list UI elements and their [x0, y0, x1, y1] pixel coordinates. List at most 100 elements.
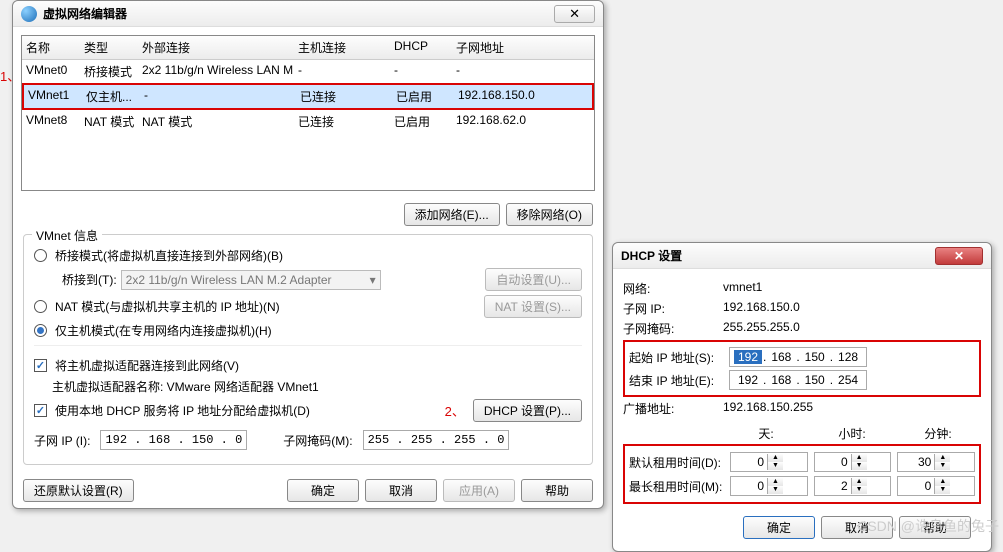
ip-octet[interactable]: 254	[834, 373, 862, 387]
ip-octet[interactable]: 192	[734, 373, 762, 387]
spin-down-icon[interactable]: ▼	[935, 486, 950, 494]
spin-up-icon[interactable]: ▲	[852, 454, 867, 462]
spinner-input[interactable]	[731, 479, 767, 493]
net-label: 网络:	[623, 280, 723, 297]
radio-bridged[interactable]	[34, 249, 47, 262]
start-ip-field[interactable]: 192. 168. 150. 128	[729, 347, 867, 367]
spin-down-icon[interactable]: ▼	[768, 462, 783, 470]
subnet-mask-label: 子网掩码(M):	[283, 432, 352, 449]
spin-down-icon[interactable]: ▼	[935, 462, 950, 470]
radio-label: 仅主机模式(在专用网络内连接虚拟机)(H)	[55, 322, 272, 339]
spinner-input[interactable]	[815, 479, 851, 493]
nat-settings-button: NAT 设置(S)...	[484, 295, 582, 318]
titlebar[interactable]: DHCP 设置 ✕	[613, 243, 991, 269]
cell: 仅主机...	[82, 85, 140, 108]
spin-up-icon[interactable]: ▲	[768, 478, 783, 486]
nat-radio-row[interactable]: NAT 模式(与虚拟机共享主机的 IP 地址)(N) NAT 设置(S)...	[34, 295, 582, 318]
use-dhcp-checkbox[interactable]	[34, 404, 47, 417]
ok-button[interactable]: 确定	[287, 479, 359, 502]
max-minutes-spinner[interactable]: ▲▼	[897, 476, 975, 496]
ip-octet[interactable]: 192	[734, 350, 762, 364]
subnet-ip-field[interactable]: 192 . 168 . 150 . 0	[100, 430, 247, 450]
col-dhcp[interactable]: DHCP	[390, 36, 452, 59]
subnet-mask-field[interactable]: 255 . 255 . 255 . 0	[363, 430, 510, 450]
table-row-selected[interactable]: VMnet1 仅主机... - 已连接 已启用 192.168.150.0	[22, 83, 594, 110]
default-minutes-spinner[interactable]: ▲▼	[897, 452, 975, 472]
help-button[interactable]: 帮助	[521, 479, 593, 502]
default-lease-label: 默认租用时间(D):	[629, 454, 724, 471]
subnet-label: 子网 IP:	[623, 300, 723, 317]
radio-hostonly[interactable]	[34, 324, 47, 337]
spinner-input[interactable]	[898, 455, 934, 469]
spinner-input[interactable]	[898, 479, 934, 493]
end-ip-label: 结束 IP 地址(E):	[629, 372, 729, 389]
col-name[interactable]: 名称	[22, 36, 80, 59]
max-days-spinner[interactable]: ▲▼	[730, 476, 808, 496]
cell: 已连接	[294, 110, 390, 133]
col-host[interactable]: 主机连接	[294, 36, 390, 59]
ip-octet[interactable]: 128	[834, 350, 862, 364]
connect-adapter-checkbox[interactable]	[34, 359, 47, 372]
restore-defaults-button[interactable]: 还原默认设置(R)	[23, 479, 134, 502]
end-ip-field[interactable]: 192. 168. 150. 254	[729, 370, 867, 390]
window-title: DHCP 设置	[621, 247, 935, 264]
cell: 2x2 11b/g/n Wireless LAN M...	[138, 60, 294, 83]
default-hours-spinner[interactable]: ▲▼	[814, 452, 892, 472]
spin-up-icon[interactable]: ▲	[852, 478, 867, 486]
watermark: CSDN @诰鸟鱼的兔子	[857, 516, 999, 536]
use-dhcp-row[interactable]: 使用本地 DHCP 服务将 IP 地址分配给虚拟机(D) 2、 DHCP 设置(…	[34, 399, 582, 422]
dhcp-settings-button[interactable]: DHCP 设置(P)...	[473, 399, 582, 422]
spinner-input[interactable]	[731, 455, 767, 469]
virtual-network-editor-window: 虚拟网络编辑器 ✕ 名称 类型 外部连接 主机连接 DHCP 子网地址 VMne…	[12, 0, 604, 509]
cell: VMnet8	[22, 110, 80, 133]
minutes-header: 分钟:	[895, 425, 981, 442]
spin-down-icon[interactable]: ▼	[768, 486, 783, 494]
checkbox-label: 将主机虚拟适配器连接到此网络(V)	[55, 357, 239, 374]
ip-octet[interactable]: 150	[801, 350, 829, 364]
default-days-spinner[interactable]: ▲▼	[730, 452, 808, 472]
bridged-to-select: 2x2 11b/g/n Wireless LAN M.2 Adapter	[121, 270, 381, 290]
spin-up-icon[interactable]: ▲	[768, 454, 783, 462]
connect-adapter-row[interactable]: 将主机虚拟适配器连接到此网络(V)	[34, 357, 582, 374]
subnet-value: 192.168.150.0	[723, 300, 800, 317]
spin-down-icon[interactable]: ▼	[852, 462, 867, 470]
broadcast-label: 广播地址:	[623, 400, 723, 417]
spinner-input[interactable]	[815, 455, 851, 469]
max-hours-spinner[interactable]: ▲▼	[814, 476, 892, 496]
col-subnet[interactable]: 子网地址	[452, 36, 594, 59]
cancel-button[interactable]: 取消	[365, 479, 437, 502]
spin-up-icon[interactable]: ▲	[935, 454, 950, 462]
cell: 已启用	[390, 110, 452, 133]
cell: NAT 模式	[80, 110, 138, 133]
lease-highlight: 默认租用时间(D): ▲▼ ▲▼ ▲▼ 最长租用时间(M): ▲▼ ▲▼ ▲▼	[623, 444, 981, 504]
ip-octet[interactable]: 168	[767, 350, 795, 364]
subnet-ip-label: 子网 IP (I):	[34, 432, 90, 449]
bridged-radio-row[interactable]: 桥接模式(将虚拟机直接连接到外部网络)(B)	[34, 247, 582, 264]
net-value: vmnet1	[723, 280, 762, 297]
cell: -	[452, 60, 594, 83]
table-body: VMnet0 桥接模式 2x2 11b/g/n Wireless LAN M..…	[22, 60, 594, 190]
remove-network-button[interactable]: 移除网络(O)	[506, 203, 593, 226]
table-row[interactable]: VMnet8 NAT 模式 NAT 模式 已连接 已启用 192.168.62.…	[22, 110, 594, 133]
close-button[interactable]: ✕	[935, 247, 983, 265]
cell: 已连接	[296, 85, 392, 108]
add-network-button[interactable]: 添加网络(E)...	[404, 203, 500, 226]
group-title: VMnet 信息	[32, 227, 102, 244]
cell: VMnet1	[24, 85, 82, 108]
checkbox-label: 使用本地 DHCP 服务将 IP 地址分配给虚拟机(D)	[55, 402, 310, 419]
col-type[interactable]: 类型	[80, 36, 138, 59]
cell: 192.168.62.0	[452, 110, 594, 133]
close-button[interactable]: ✕	[554, 5, 595, 23]
cell: -	[390, 60, 452, 83]
titlebar[interactable]: 虚拟网络编辑器 ✕	[13, 1, 603, 27]
radio-nat[interactable]	[34, 300, 47, 313]
spin-up-icon[interactable]: ▲	[935, 478, 950, 486]
cell: -	[140, 85, 296, 108]
col-ext[interactable]: 外部连接	[138, 36, 294, 59]
ok-button[interactable]: 确定	[743, 516, 815, 539]
spin-down-icon[interactable]: ▼	[852, 486, 867, 494]
ip-octet[interactable]: 168	[767, 373, 795, 387]
ip-octet[interactable]: 150	[801, 373, 829, 387]
hostonly-radio-row[interactable]: 仅主机模式(在专用网络内连接虚拟机)(H)	[34, 322, 582, 339]
table-row[interactable]: VMnet0 桥接模式 2x2 11b/g/n Wireless LAN M..…	[22, 60, 594, 83]
